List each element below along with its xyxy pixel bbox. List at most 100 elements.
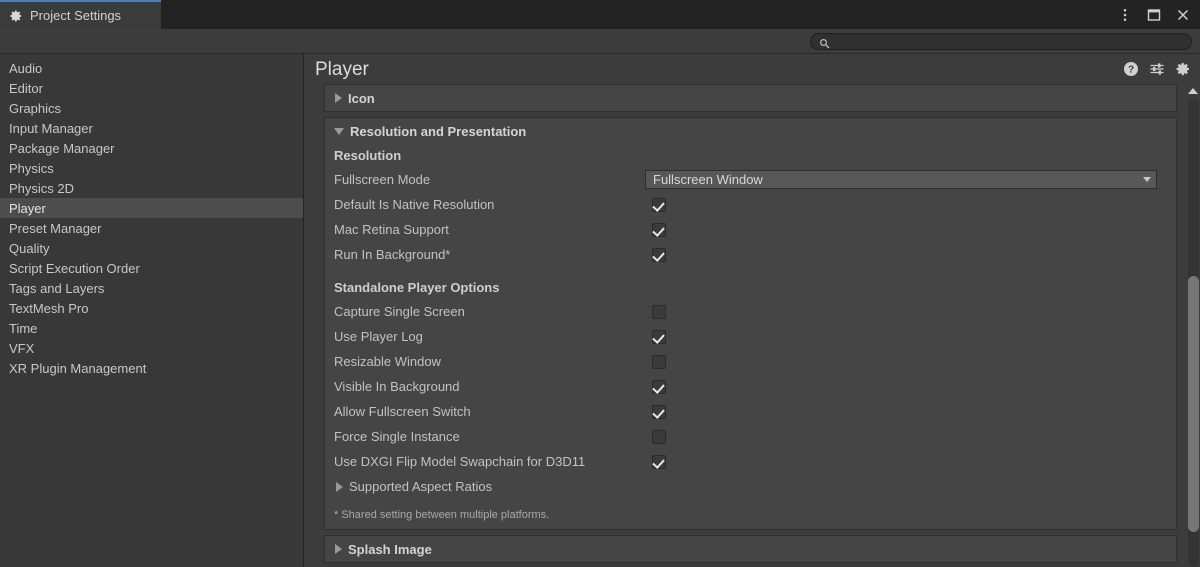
tab-label: Project Settings	[30, 8, 122, 23]
checkbox-use-dxgi-flip-model-swapchain-for-d3d11[interactable]	[652, 454, 666, 469]
chevron-down-icon	[1143, 177, 1151, 182]
row-visible-in-background: Visible In Background	[325, 374, 1176, 399]
sidebar-item-quality[interactable]: Quality	[0, 238, 303, 258]
scrollbar-thumb[interactable]	[1188, 276, 1199, 532]
vertical-scrollbar[interactable]	[1185, 84, 1200, 567]
pane-body: Icon Resolution and Presentation Resolut…	[305, 84, 1200, 567]
subsection-supported-aspect-ratios-title: Supported Aspect Ratios	[349, 479, 493, 494]
row-use-player-log: Use Player Log	[325, 324, 1176, 349]
settings-sidebar: Audio Editor Graphics Input Manager Package …	[0, 54, 304, 567]
sidebar-item-input-manager[interactable]: Input Manager	[0, 118, 303, 138]
search-icon	[819, 36, 830, 49]
sidebar-item-label: Audio	[9, 60, 43, 76]
sidebar-item-audio[interactable]: Audio	[0, 58, 303, 78]
sidebar-item-label: Graphics	[9, 100, 62, 116]
section-splash-image: Splash Image	[324, 535, 1177, 563]
group-label-standalone-player-options: Standalone Player Options	[334, 280, 500, 295]
sidebar-item-label: Input Manager	[9, 120, 93, 136]
checkbox-capture-single-screen[interactable]	[652, 304, 666, 319]
section-icon-title: Icon	[348, 90, 375, 106]
row-fullscreen-mode: Fullscreen Mode Fullscreen Window	[325, 167, 1176, 192]
fullscreen-mode-dropdown[interactable]: Fullscreen Window	[645, 170, 1157, 189]
sidebar-list: Audio Editor Graphics Input Manager Package …	[0, 54, 303, 378]
sidebar-item-label: Physics 2D	[9, 180, 75, 196]
checkbox-force-single-instance[interactable]	[652, 429, 666, 444]
sidebar-item-vfx[interactable]: VFX	[0, 338, 303, 358]
pane-header-icons: ?	[1123, 54, 1191, 84]
resolution-checkbox-list: Default Is Native Resolution Mac Retina S…	[325, 192, 1176, 267]
search-input[interactable]	[835, 34, 1191, 49]
group-label-resolution: Resolution	[334, 148, 402, 163]
maximize-button[interactable]	[1141, 2, 1167, 28]
sidebar-item-label: Package Manager	[9, 140, 115, 156]
sidebar-item-graphics[interactable]: Graphics	[0, 98, 303, 118]
checkbox-resizable-window[interactable]	[652, 354, 666, 369]
sidebar-item-editor[interactable]: Editor	[0, 78, 303, 98]
chevron-right-icon	[335, 544, 342, 554]
close-button[interactable]	[1170, 2, 1196, 28]
checkbox-use-player-log[interactable]	[652, 329, 666, 344]
sidebar-item-label: Physics	[9, 160, 54, 176]
toolbar	[0, 29, 1200, 54]
section-resolution-presentation-content: Resolution Fullscreen Mode Fullscreen Wi…	[325, 144, 1176, 529]
shared-setting-footnote: * Shared setting between multiple platfo…	[334, 509, 550, 521]
sidebar-item-label: Player	[9, 200, 46, 216]
sidebar-item-package-manager[interactable]: Package Manager	[0, 138, 303, 158]
checkbox-run-in-background[interactable]	[652, 247, 666, 262]
row-label-default-is-native-resolution: Default Is Native Resolution	[334, 197, 495, 212]
section-splash-image-header[interactable]: Splash Image	[325, 536, 1176, 562]
row-label-mac-retina-support: Mac Retina Support	[334, 222, 449, 237]
sidebar-item-label: Time	[9, 320, 38, 336]
sidebar-item-tags-and-layers[interactable]: Tags and Layers	[0, 278, 303, 298]
row-label-run-in-background: Run In Background*	[334, 247, 451, 262]
inspector-content: Icon Resolution and Presentation Resolut…	[324, 84, 1177, 567]
sidebar-item-label: Quality	[9, 240, 50, 256]
row-label-visible-in-background: Visible In Background	[334, 379, 460, 394]
sidebar-item-time[interactable]: Time	[0, 318, 303, 338]
sidebar-item-xr-plugin-management[interactable]: XR Plugin Management	[0, 358, 303, 378]
chevron-down-icon	[334, 127, 344, 135]
standalone-checkbox-list: Capture Single Screen Use Player Log Resiz…	[325, 299, 1176, 474]
project-settings-window: Project Settings Audio Editor Graphics I…	[0, 0, 1200, 567]
row-use-dxgi-flip-model-swapchain-for-d3d11: Use DXGI Flip Model Swapchain for D3D11	[325, 449, 1176, 474]
sidebar-item-textmesh-pro[interactable]: TextMesh Pro	[0, 298, 303, 318]
sidebar-item-script-execution-order[interactable]: Script Execution Order	[0, 258, 303, 278]
row-capture-single-screen: Capture Single Screen	[325, 299, 1176, 324]
row-default-is-native-resolution: Default Is Native Resolution	[325, 192, 1176, 217]
search-box[interactable]	[810, 33, 1192, 50]
more-options-button[interactable]	[1112, 2, 1138, 28]
row-label-resizable-window: Resizable Window	[334, 354, 441, 369]
sidebar-item-player[interactable]: Player	[0, 198, 303, 218]
gear-icon[interactable]	[1175, 61, 1191, 77]
tab-project-settings[interactable]: Project Settings	[0, 0, 161, 29]
sidebar-item-label: XR Plugin Management	[9, 360, 147, 376]
sidebar-item-label: Preset Manager	[9, 220, 102, 236]
settings-pane: Player ? Icon Resolution and Presentatio…	[305, 54, 1200, 567]
sidebar-item-label: Editor	[9, 80, 43, 96]
page-title: Player	[315, 58, 369, 80]
sidebar-item-label: VFX	[9, 340, 35, 356]
subsection-supported-aspect-ratios[interactable]: Supported Aspect Ratios	[325, 474, 1176, 499]
checkbox-visible-in-background[interactable]	[652, 379, 666, 394]
checkbox-allow-fullscreen-switch[interactable]	[652, 404, 666, 419]
preset-icon[interactable]	[1149, 61, 1165, 77]
section-icon-header[interactable]: Icon	[325, 85, 1176, 111]
scroll-up-arrow-icon[interactable]	[1188, 88, 1198, 94]
section-resolution-presentation-header[interactable]: Resolution and Presentation	[325, 118, 1176, 144]
window-controls	[1112, 0, 1196, 29]
row-mac-retina-support: Mac Retina Support	[325, 217, 1176, 242]
sidebar-item-physics-2d[interactable]: Physics 2D	[0, 178, 303, 198]
chevron-right-icon	[336, 481, 343, 492]
pane-header: Player ?	[305, 54, 1200, 84]
row-label-fullscreen-mode: Fullscreen Mode	[334, 172, 431, 187]
sidebar-item-physics[interactable]: Physics	[0, 158, 303, 178]
checkbox-mac-retina-support[interactable]	[652, 222, 666, 237]
row-force-single-instance: Force Single Instance	[325, 424, 1176, 449]
row-label-use-dxgi-flip-model-swapchain-for-d3d11: Use DXGI Flip Model Swapchain for D3D11	[334, 454, 586, 469]
fullscreen-mode-value: Fullscreen Window	[653, 173, 763, 186]
svg-text:?: ?	[1128, 65, 1134, 76]
checkbox-default-is-native-resolution[interactable]	[652, 197, 666, 212]
sidebar-item-preset-manager[interactable]: Preset Manager	[0, 218, 303, 238]
row-run-in-background: Run In Background*	[325, 242, 1176, 267]
help-icon[interactable]: ?	[1123, 61, 1139, 77]
